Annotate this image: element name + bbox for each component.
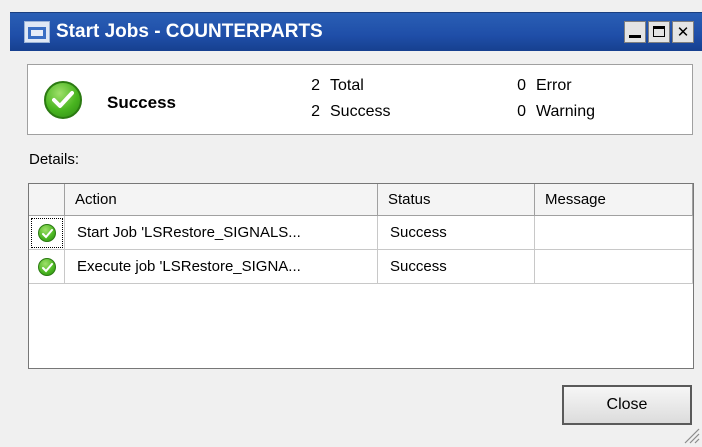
- icon-column-header[interactable]: [29, 184, 65, 216]
- table-row-action[interactable]: Start Job 'LSRestore_SIGNALS...: [65, 216, 378, 250]
- table-row-message[interactable]: [535, 216, 693, 250]
- total-stat: 2 Total: [306, 77, 364, 95]
- details-table[interactable]: Action Status Message Start Job 'LSResto…: [28, 183, 694, 369]
- close-icon: ✕: [676, 23, 690, 41]
- title-bar[interactable]: Start Jobs - COUNTERPARTS ✕: [10, 12, 702, 51]
- success-count: 2: [311, 103, 320, 120]
- success-check-icon: [44, 81, 82, 119]
- table-row-icon-cell[interactable]: [29, 216, 65, 250]
- error-label: Error: [536, 77, 572, 94]
- details-label: Details:: [29, 151, 80, 168]
- table-row-status[interactable]: Success: [378, 250, 535, 284]
- total-label: Total: [330, 77, 364, 94]
- total-count: 2: [311, 77, 320, 94]
- resize-grip-icon[interactable]: [680, 424, 700, 444]
- error-count: 0: [517, 77, 526, 94]
- warning-label: Warning: [536, 103, 595, 120]
- minimize-button[interactable]: [624, 21, 646, 43]
- minimize-icon: [629, 35, 641, 38]
- success-label: Success: [330, 103, 391, 120]
- close-window-button[interactable]: ✕: [672, 21, 694, 43]
- overall-status-label: Success: [107, 93, 176, 112]
- close-button[interactable]: Close: [562, 385, 692, 425]
- table-row-status[interactable]: Success: [378, 216, 535, 250]
- warning-count: 0: [517, 103, 526, 120]
- summary-panel: Success 2 Total 2 Success 0 Error 0 Warning: [27, 64, 693, 135]
- success-check-icon: [38, 224, 56, 242]
- action-column-header[interactable]: Action: [65, 184, 378, 216]
- table-row-action[interactable]: Execute job 'LSRestore_SIGNA...: [65, 250, 378, 284]
- success-stat: 2 Success: [306, 103, 390, 121]
- start-jobs-dialog: Start Jobs - COUNTERPARTS ✕ Success 2 Tot…: [0, 0, 702, 447]
- maximize-button[interactable]: [648, 21, 670, 43]
- message-column-header[interactable]: Message: [535, 184, 693, 216]
- table-row-icon-cell[interactable]: [29, 250, 65, 284]
- maximize-icon: [653, 26, 665, 37]
- error-stat: 0 Error: [512, 77, 572, 95]
- dialog-window-icon: [24, 21, 50, 43]
- success-check-icon: [38, 258, 56, 276]
- table-row-message[interactable]: [535, 250, 693, 284]
- status-column-header[interactable]: Status: [378, 184, 535, 216]
- window-title: Start Jobs - COUNTERPARTS: [56, 21, 323, 42]
- warning-stat: 0 Warning: [512, 103, 595, 121]
